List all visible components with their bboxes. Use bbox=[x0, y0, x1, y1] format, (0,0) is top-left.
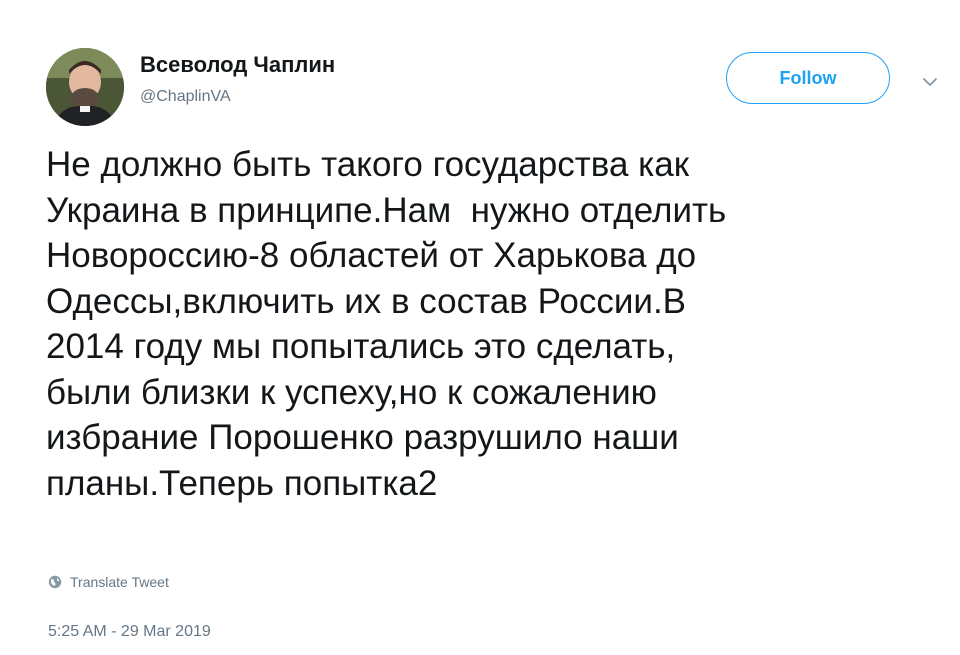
tweet-text-line: планы.Теперь попытка2 bbox=[46, 463, 438, 503]
tweet-card: Всеволод Чаплин @ChaplinVA Follow Не дол… bbox=[0, 0, 960, 655]
avatar[interactable] bbox=[46, 48, 124, 126]
tweet-text-line: избрание Порошенко разрушило наши bbox=[46, 418, 679, 457]
author-display-name[interactable]: Всеволод Чаплин bbox=[140, 52, 335, 78]
tweet-text-line: Не должно быть такого государства как bbox=[46, 145, 690, 184]
tweet-text-line: 2014 году мы попытались это сделать, bbox=[46, 327, 676, 366]
tweet-timestamp[interactable]: 5:25 AM - 29 Mar 2019 bbox=[48, 623, 211, 641]
chevron-down-icon bbox=[923, 78, 937, 86]
translate-tweet-link[interactable]: Translate Tweet bbox=[48, 574, 169, 590]
avatar-image bbox=[46, 48, 124, 126]
tweet-text-line: были близки к успеху,но к сожалению bbox=[46, 372, 657, 412]
tweet-text-line: Новороссию-8 областей от Харькова до bbox=[46, 236, 697, 275]
tweet-text-line: Украина в принципе.Нам нужно отделить bbox=[46, 190, 727, 230]
tweet-text-line: Одессы,включить их в состав России.В bbox=[46, 281, 687, 321]
follow-button[interactable]: Follow bbox=[726, 52, 890, 104]
more-options-button[interactable] bbox=[918, 72, 942, 92]
translate-label: Translate Tweet bbox=[70, 574, 169, 590]
author-handle[interactable]: @ChaplinVA bbox=[140, 88, 231, 106]
tweet-text: Не должно быть такого государства как Ук… bbox=[46, 142, 946, 506]
globe-icon bbox=[48, 575, 62, 589]
